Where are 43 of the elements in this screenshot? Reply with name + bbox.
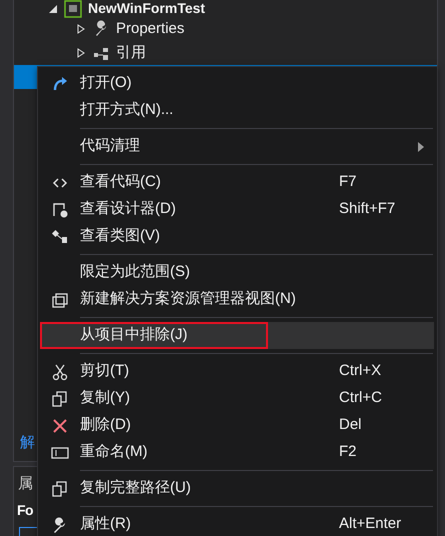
shortcut-text: Alt+Enter <box>339 514 402 534</box>
tree-label: 引用 <box>116 42 146 63</box>
menu-item[interactable]: 剪切(T) Ctrl+X <box>40 358 434 385</box>
delete-icon <box>51 416 69 434</box>
class-diagram-icon <box>51 228 69 246</box>
menu-item[interactable]: 新建解决方案资源管理器视图(N) <box>40 286 434 313</box>
menu-item[interactable]: 属性(R) Alt+Enter <box>40 511 434 536</box>
scissors-icon <box>51 362 69 380</box>
menu-item[interactable]: 查看代码(C) F7 <box>40 169 434 196</box>
menu-item[interactable]: 从项目中排除(J) <box>40 322 434 349</box>
shortcut-text: Ctrl+X <box>339 361 382 382</box>
tree-item[interactable]: Properties <box>14 17 437 41</box>
menu-item[interactable]: 打开方式(N)... <box>40 97 434 124</box>
tree-item[interactable]: 引用 <box>14 41 437 65</box>
menu-item[interactable]: 代码清理 <box>40 133 434 160</box>
open-arrow-icon <box>51 74 69 92</box>
tree-label: Properties <box>116 18 184 39</box>
menu-item[interactable]: 查看设计器(D) Shift+F7 <box>40 196 434 223</box>
menu-item[interactable]: 限定为此范围(S) <box>40 259 434 286</box>
tree-label: NewWinFormTest <box>88 0 206 18</box>
menu-item[interactable]: 打开(O) <box>40 70 434 97</box>
menu-item[interactable]: 删除(D) Del <box>40 412 434 439</box>
designer-icon <box>51 200 69 218</box>
collapsed-arrow-icon <box>76 24 86 34</box>
shortcut-text: F2 <box>339 442 358 462</box>
menu-item[interactable]: 查看类图(V) <box>40 223 434 250</box>
shortcut-text: Ctrl+C <box>339 388 383 408</box>
expanded-arrow-icon <box>48 4 58 14</box>
shortcut-text: F7 <box>339 172 358 192</box>
solution-explorer-tab[interactable]: 解 <box>20 432 35 454</box>
menu-item[interactable]: 重命名(M) F2 <box>40 439 434 466</box>
new-view-icon <box>51 290 69 308</box>
shortcut-text: Del <box>339 415 363 436</box>
copy-icon <box>51 480 69 498</box>
panel-title: 属 <box>17 474 33 494</box>
tree-item[interactable]: NewWinFormTest <box>14 0 437 17</box>
menu-item[interactable]: 复制(Y) Ctrl+C <box>40 385 434 412</box>
copy-icon <box>51 390 69 408</box>
menu-item[interactable]: 复制完整路径(U) <box>40 475 434 502</box>
csharp-project-icon <box>64 0 82 18</box>
object-name: Fo <box>16 500 34 520</box>
collapsed-arrow-icon <box>76 48 86 58</box>
shortcut-text: Shift+F7 <box>339 199 396 220</box>
